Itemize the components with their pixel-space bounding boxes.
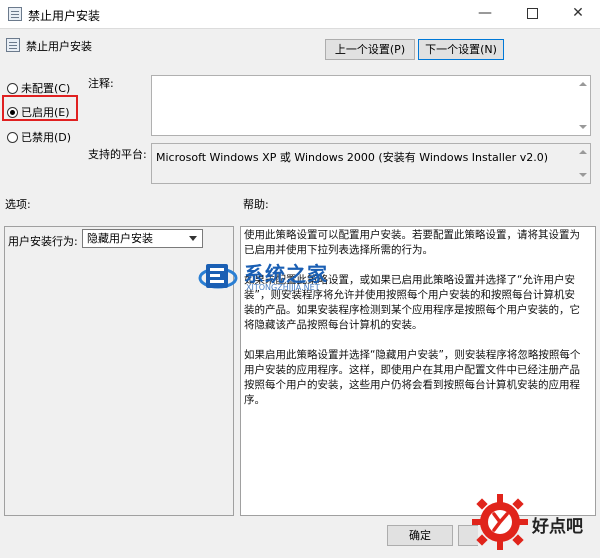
radio-circle-icon: [7, 132, 18, 143]
ok-button[interactable]: 确定: [387, 525, 453, 546]
scroll-up-icon[interactable]: [579, 150, 587, 154]
next-setting-button[interactable]: 下一个设置(N): [418, 39, 504, 60]
maximize-button[interactable]: [509, 0, 555, 28]
close-button[interactable]: ✕: [555, 0, 600, 28]
platform-scrollbar[interactable]: [576, 144, 590, 183]
help-section-label: 帮助:: [243, 198, 269, 211]
previous-setting-button[interactable]: 上一个设置(P): [325, 39, 415, 60]
radio-label: 已禁用(D): [21, 131, 72, 144]
watermark-logo-icon: [198, 264, 238, 289]
behavior-selected-value: 隐藏用户安装: [87, 232, 153, 245]
window-title: 禁止用户安装: [28, 9, 101, 23]
scroll-down-icon[interactable]: [579, 173, 587, 177]
comment-scrollbar[interactable]: [576, 76, 590, 135]
platform-label: 支持的平台:: [88, 148, 147, 161]
behavior-label: 用户安装行为:: [8, 235, 78, 248]
policy-icon: [6, 38, 20, 52]
brand-text: 好点吧: [532, 517, 583, 537]
policy-app-icon: [8, 7, 22, 21]
highlight-box: [2, 95, 78, 121]
comment-textarea[interactable]: [151, 75, 591, 136]
maximize-icon: [526, 7, 538, 19]
watermark: 系统之家 XITONGZHIJIA.NET: [198, 254, 404, 298]
platform-field: Microsoft Windows XP 或 Windows 2000 (安装有…: [151, 143, 591, 184]
title-bar: 禁止用户安装 — ✕: [0, 0, 600, 29]
radio-label: 未配置(C): [21, 82, 71, 95]
watermark-url: XITONGZHIJIA.NET: [246, 283, 320, 292]
comment-label: 注释:: [88, 77, 114, 90]
minimize-button[interactable]: —: [462, 0, 508, 28]
chevron-down-icon: [189, 236, 197, 241]
radio-disabled[interactable]: 已禁用(D): [7, 129, 71, 145]
scroll-down-icon[interactable]: [579, 125, 587, 129]
brand-gear-logo-icon: [472, 494, 528, 550]
behavior-dropdown[interactable]: 隐藏用户安装: [82, 229, 203, 248]
brand-watermark: 好点吧: [470, 492, 600, 558]
radio-circle-icon: [7, 83, 18, 94]
help-paragraph: 如果启用此策略设置并选择“隐藏用户安装”，则安装程序将忽略按照每个用户安装的应用…: [244, 349, 581, 406]
options-section-label: 选项:: [5, 198, 31, 211]
policy-name: 禁止用户安装: [26, 40, 92, 53]
radio-not-configured[interactable]: 未配置(C): [7, 80, 70, 96]
platform-value: Microsoft Windows XP 或 Windows 2000 (安装有…: [156, 151, 548, 164]
scroll-up-icon[interactable]: [579, 82, 587, 86]
